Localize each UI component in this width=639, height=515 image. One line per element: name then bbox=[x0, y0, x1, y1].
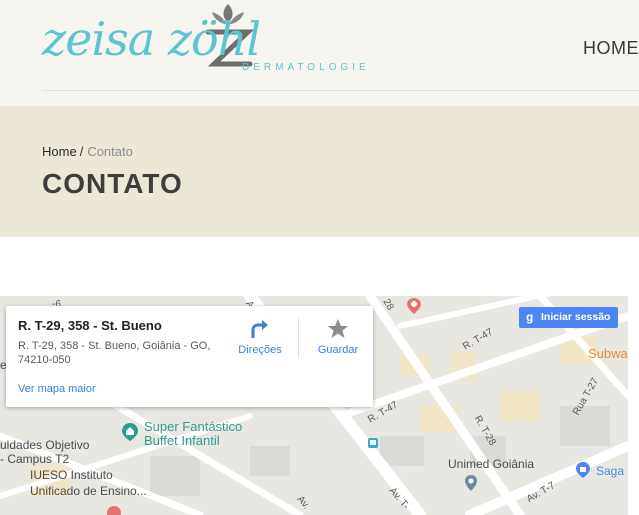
directions-button[interactable]: Direções bbox=[232, 318, 288, 366]
map-label-unimed[interactable]: Unimed Goiânia bbox=[448, 457, 534, 471]
shopping-pin-icon bbox=[576, 462, 590, 478]
card-divider bbox=[298, 318, 299, 358]
save-label: Guardar bbox=[317, 344, 359, 356]
google-g-icon: g bbox=[526, 310, 534, 324]
map-label-super[interactable]: Super Fantástico bbox=[144, 420, 242, 434]
breadcrumb-current: Contato bbox=[87, 144, 133, 159]
map-label-iueso-2[interactable]: Unificado de Ensino... bbox=[30, 484, 147, 498]
site-header: zeisa zöhl DERMATOLOGIE HOME bbox=[0, 0, 639, 106]
map-label-objetivo-1[interactable]: uldades Objetivo bbox=[0, 438, 89, 452]
map-label-objetivo-2[interactable]: - Campus T2 bbox=[0, 452, 69, 466]
larger-map-link[interactable]: Ver mapa maior bbox=[18, 383, 96, 395]
nav-home-link[interactable]: HOME bbox=[583, 38, 639, 59]
map-label-saga[interactable]: Saga bbox=[596, 464, 624, 478]
site-logo[interactable]: zeisa zöhl DERMATOLOGIE bbox=[42, 2, 402, 96]
map-card-title: R. T-29, 358 - St. Bueno bbox=[18, 318, 162, 333]
map-info-card: R. T-29, 358 - St. Bueno R. T-29, 358 - … bbox=[6, 306, 373, 407]
page-banner: Home / Contato CONTATO bbox=[0, 106, 639, 237]
map-card-address: R. T-29, 358 - St. Bueno, Goiânia - GO, … bbox=[18, 340, 211, 366]
attraction-pin-icon bbox=[122, 423, 138, 441]
save-button[interactable]: Guardar bbox=[308, 318, 368, 366]
page-title: CONTATO bbox=[42, 168, 183, 199]
logo-subtitle: DERMATOLOGIE bbox=[242, 62, 370, 73]
map-label-buffet[interactable]: Buffet Infantil bbox=[144, 434, 220, 448]
directions-label: Direções bbox=[238, 344, 282, 356]
hospital-pin-icon bbox=[407, 298, 421, 314]
signin-label: Iniciar sessão bbox=[541, 311, 611, 323]
header-divider bbox=[42, 90, 639, 91]
hospital-pin-icon-bottom bbox=[107, 506, 121, 515]
signin-button[interactable]: g Iniciar sessão bbox=[519, 307, 618, 328]
logo-text: zeisa zöhl bbox=[42, 12, 261, 66]
directions-icon bbox=[251, 320, 268, 338]
breadcrumb: Home / Contato bbox=[42, 144, 133, 159]
map-label-iueso-1[interactable]: IUESO Instituto bbox=[30, 468, 113, 482]
place-pin-icon bbox=[465, 475, 477, 491]
breadcrumb-home-link[interactable]: Home bbox=[42, 144, 77, 159]
breadcrumb-separator: / bbox=[79, 144, 84, 159]
bus-stop-icon bbox=[368, 438, 378, 448]
map-label-subway: Subwa bbox=[588, 346, 628, 361]
star-icon bbox=[328, 319, 348, 338]
